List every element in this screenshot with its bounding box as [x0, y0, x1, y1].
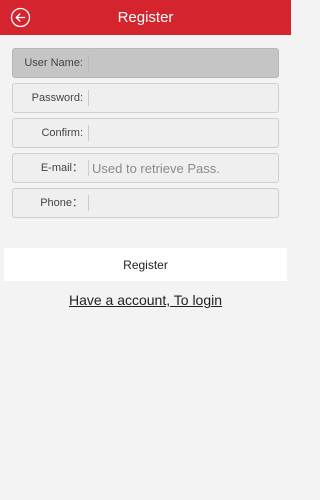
register-form: User Name: Password: Confirm: E-mail： Ph…	[12, 48, 279, 223]
app-header: Register	[0, 0, 291, 35]
page-title: Register	[117, 9, 174, 26]
password-input[interactable]	[92, 84, 272, 112]
confirm-input[interactable]	[92, 119, 272, 147]
login-link[interactable]: Have a account, To login	[0, 292, 291, 308]
confirm-field[interactable]: Confirm:	[12, 118, 279, 148]
field-divider	[88, 160, 89, 176]
phone-field[interactable]: Phone：	[12, 188, 279, 218]
username-label: User Name:	[24, 57, 83, 69]
field-divider	[88, 125, 89, 141]
password-label: Password:	[31, 92, 83, 104]
email-field[interactable]: E-mail：	[12, 153, 279, 183]
email-label: E-mail：	[40, 162, 83, 174]
register-button[interactable]: Register	[4, 248, 287, 281]
phone-input[interactable]	[92, 189, 272, 217]
field-divider	[88, 55, 89, 71]
field-divider	[88, 90, 89, 106]
confirm-label: Confirm:	[41, 127, 83, 139]
phone-label: Phone：	[40, 197, 83, 209]
email-input[interactable]	[92, 154, 272, 182]
username-input[interactable]	[92, 49, 272, 77]
username-field[interactable]: User Name:	[12, 48, 279, 78]
field-divider	[88, 195, 89, 211]
password-field[interactable]: Password:	[12, 83, 279, 113]
